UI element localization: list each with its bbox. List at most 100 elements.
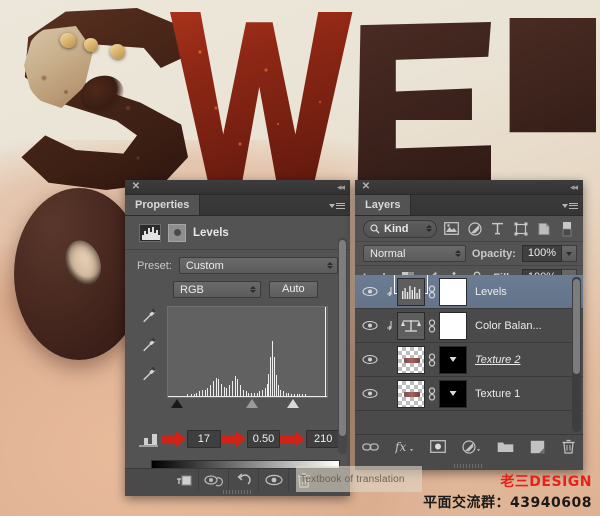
histogram-bar xyxy=(237,379,239,397)
table-row[interactable]: Texture 1 xyxy=(355,377,583,411)
reset-icon[interactable] xyxy=(229,469,259,491)
opacity-stepper[interactable] xyxy=(562,245,577,262)
set-black-point-eyedropper[interactable] xyxy=(141,308,158,325)
properties-panel: ✕ ◂◂ Properties Levels Preset: Custom RG… xyxy=(125,180,350,496)
preset-select[interactable]: Custom xyxy=(178,257,338,274)
input-shadow-field[interactable]: 17 xyxy=(187,430,221,448)
layer-name: Color Balan... xyxy=(475,319,542,332)
properties-scrollbar[interactable] xyxy=(338,238,347,454)
input-shadow-handle[interactable] xyxy=(171,399,183,408)
filter-adjustment-icon[interactable] xyxy=(466,220,483,237)
tab-layers[interactable]: Layers xyxy=(355,195,412,215)
clip-to-layer-icon[interactable] xyxy=(169,469,199,491)
tab-properties[interactable]: Properties xyxy=(125,195,201,215)
new-layer-icon[interactable] xyxy=(530,440,545,457)
layer-mask-thumbnail[interactable] xyxy=(439,345,467,374)
blend-mode-select[interactable]: Normal xyxy=(363,245,466,262)
histogram-bar xyxy=(210,385,212,397)
histogram-bar xyxy=(187,394,189,397)
adjustment-preview-icon[interactable] xyxy=(168,223,186,242)
layer-visibility-toggle[interactable] xyxy=(357,286,383,297)
filter-shape-icon[interactable] xyxy=(512,220,529,237)
filter-smart-object-icon[interactable] xyxy=(535,220,552,237)
preset-row: Preset: Custom xyxy=(125,250,350,278)
view-previous-state-icon[interactable] xyxy=(199,469,229,491)
histogram-bar xyxy=(226,388,228,397)
histogram-bar xyxy=(201,389,203,397)
filter-toggle-switch-icon[interactable] xyxy=(558,220,575,237)
input-highlight-field[interactable]: 210 xyxy=(306,430,341,448)
layer-filter-row: Kind xyxy=(355,216,583,242)
properties-panel-titlebar[interactable]: ✕ ◂◂ xyxy=(125,180,350,195)
preset-value: Custom xyxy=(185,259,224,272)
panel-menu-icon[interactable] xyxy=(329,200,345,211)
layers-scrollbar[interactable] xyxy=(572,277,581,432)
resize-grip[interactable] xyxy=(222,490,253,494)
filter-pixel-icon[interactable] xyxy=(443,220,460,237)
table-row[interactable]: Texture 2 xyxy=(355,343,583,377)
layer-mask-link-icon[interactable] xyxy=(425,284,439,299)
layer-mask-thumbnail[interactable] xyxy=(439,311,467,340)
histogram-display[interactable] xyxy=(167,306,328,398)
annotation-arrow-highlight xyxy=(280,431,306,447)
new-group-icon[interactable] xyxy=(497,440,514,456)
watermark-group: 平面交流群：43940608 xyxy=(423,495,592,511)
histogram-bar xyxy=(280,389,282,397)
histogram-bar xyxy=(199,391,201,397)
layers-panel-titlebar[interactable]: ✕ ◂◂ xyxy=(355,180,583,195)
histogram-bar xyxy=(296,394,298,397)
histogram-bar xyxy=(321,395,323,397)
layer-visibility-toggle[interactable] xyxy=(357,354,383,365)
set-white-point-eyedropper[interactable] xyxy=(141,366,158,383)
channel-select[interactable]: RGB xyxy=(173,281,261,298)
clipping-mask-indicator xyxy=(383,286,397,298)
histogram-bar xyxy=(245,391,247,397)
layer-visibility-toggle[interactable] xyxy=(357,388,383,399)
table-row[interactable]: Color Balan... xyxy=(355,309,583,343)
table-row[interactable]: Levels xyxy=(355,275,583,309)
layer-thumbnail[interactable] xyxy=(397,345,425,374)
histogram-bar xyxy=(256,392,258,397)
input-midtone-handle[interactable] xyxy=(246,399,258,408)
histogram-bar xyxy=(183,395,185,397)
link-layers-icon[interactable] xyxy=(362,441,379,456)
toggle-visibility-icon[interactable] xyxy=(259,469,289,491)
histogram-bar xyxy=(190,394,192,397)
histogram-bar xyxy=(307,395,309,397)
texture-thumbnail-content xyxy=(404,391,420,397)
layers-panel: ✕ ◂◂ Layers Kind Normal Opacity: 100% Le… xyxy=(355,180,583,470)
close-icon[interactable]: ✕ xyxy=(361,182,371,192)
new-adjustment-layer-icon[interactable] xyxy=(462,439,481,457)
layer-thumbnail[interactable] xyxy=(397,379,425,408)
layer-mask-link-icon[interactable] xyxy=(425,318,439,333)
opacity-field[interactable]: 100% xyxy=(521,245,562,262)
histogram-bar xyxy=(313,395,315,397)
collapse-icon[interactable]: ◂◂ xyxy=(337,183,345,192)
watermark-brand: 老三DESIGN xyxy=(500,474,592,490)
eyedropper-group xyxy=(137,308,161,383)
layer-mask-thumbnail[interactable] xyxy=(439,379,467,408)
layer-mask-thumbnail[interactable] xyxy=(439,277,467,306)
levels-adjustment-icon[interactable] xyxy=(397,277,425,306)
layer-mask-link-icon[interactable] xyxy=(425,386,439,401)
collapse-icon[interactable]: ◂◂ xyxy=(570,183,578,192)
layer-mask-link-icon[interactable] xyxy=(425,352,439,367)
properties-scrollbar-thumb[interactable] xyxy=(339,240,346,436)
layer-visibility-toggle[interactable] xyxy=(357,320,383,331)
filter-type-icon[interactable] xyxy=(489,220,506,237)
resize-grip[interactable] xyxy=(454,464,484,468)
add-layer-mask-icon[interactable] xyxy=(430,440,446,456)
color-balance-icon[interactable] xyxy=(397,311,425,340)
filter-kind-select[interactable]: Kind xyxy=(363,219,437,238)
auto-button[interactable]: Auto xyxy=(269,281,318,298)
texture-thumbnail-content xyxy=(404,357,420,363)
set-gray-point-eyedropper[interactable] xyxy=(141,337,158,354)
delete-layer-icon[interactable] xyxy=(561,439,576,457)
layers-scrollbar-thumb[interactable] xyxy=(573,279,580,374)
input-midtone-field[interactable]: 0.50 xyxy=(246,430,281,448)
close-icon[interactable]: ✕ xyxy=(131,182,141,192)
input-highlight-handle[interactable] xyxy=(287,399,299,408)
layer-style-icon[interactable]: fx xyxy=(394,440,414,457)
chocolate-letter-exclamation xyxy=(500,18,596,186)
panel-menu-icon[interactable] xyxy=(562,200,578,211)
